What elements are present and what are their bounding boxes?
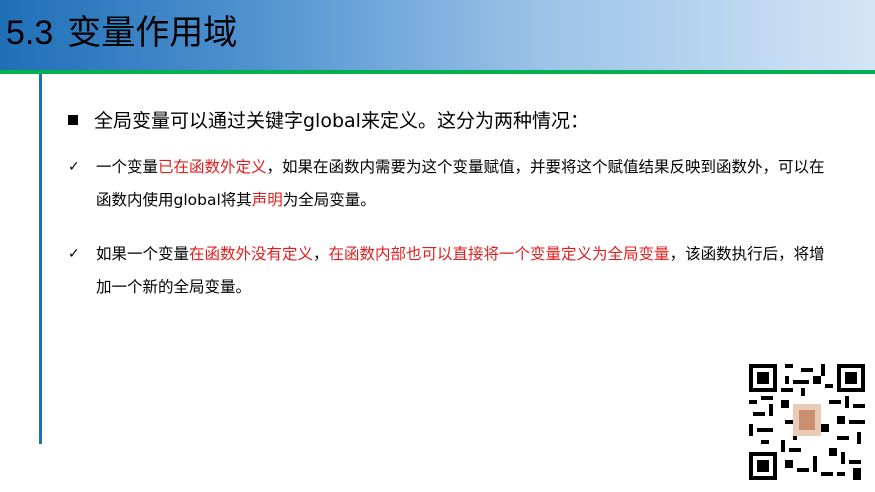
text-segment: 如果一个变量 [96,245,190,263]
highlight-text: 已在函数外定义 [158,158,267,176]
slide-title: 5.3 变量作用域 [6,8,237,58]
title-text: 变量作用域 [67,13,238,53]
sub-point-2-text: 如果一个变量在函数外没有定义，在函数内部也可以直接将一个变量定义为全局变量，该函… [96,238,828,304]
text-segment: 一个变量 [96,158,159,176]
sub-point-2: ✓ 如果一个变量在函数外没有定义，在函数内部也可以直接将一个变量定义为全局变量，… [68,238,828,304]
highlight-text: 声明 [251,191,283,209]
highlight-text: 在函数内部也可以直接将一个变量定义为全局变量 [328,245,670,263]
left-accent-bar [39,74,42,444]
section-number: 5.3 [6,14,54,52]
green-divider [0,70,875,74]
title-banner: 5.3 变量作用域 [0,0,875,70]
main-bullet-text: 全局变量可以通过关键字global来定义。这分为两种情况： [94,110,589,132]
text-segment: 为全局变量。 [282,191,376,209]
qr-code-icon [749,364,865,480]
highlight-text: 在函数外没有定义 [189,245,314,263]
checkmark-icon: ✓ [68,246,80,262]
main-bullet: 全局变量可以通过关键字global来定义。这分为两种情况： [68,108,828,134]
sub-point-1-text: 一个变量已在函数外定义，如果在函数内需要为这个变量赋值，并要将这个赋值结果反映到… [96,151,828,217]
square-bullet-icon [68,114,78,125]
text-segment: ， [313,245,329,263]
sub-point-1: ✓ 一个变量已在函数外定义，如果在函数内需要为这个变量赋值，并要将这个赋值结果反… [68,151,828,217]
checkmark-icon: ✓ [68,159,80,175]
